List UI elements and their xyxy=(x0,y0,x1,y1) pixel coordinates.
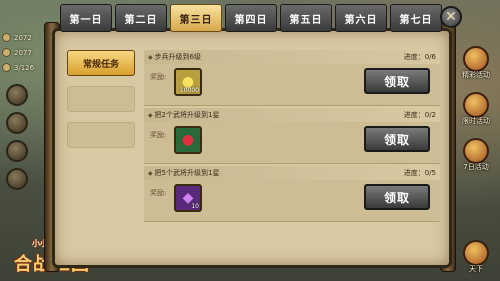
day-tabs: 第一日 第二日 第三日 第四日 第五日 第六日 第七日 xyxy=(60,4,442,34)
reward-item[interactable]: ◆ 10 xyxy=(174,184,202,212)
reward-label: 奖励: xyxy=(150,73,167,81)
reward-item[interactable]: ● xyxy=(174,126,202,154)
star-icon xyxy=(463,46,489,72)
event-label: 限时活动 xyxy=(462,117,490,125)
task-button[interactable] xyxy=(6,140,28,162)
event-label: 天下 xyxy=(469,265,483,273)
task-progress: 进度：0/5 xyxy=(403,169,436,177)
resource-value: 2077 xyxy=(14,48,32,57)
close-icon: ✕ xyxy=(445,9,457,25)
event-button-seven-day[interactable]: 7日活动 xyxy=(458,138,494,176)
event-label: 精彩活动 xyxy=(462,71,490,79)
task-title: 步兵升级到6级 xyxy=(148,52,201,62)
tab-day-2[interactable]: 第二日 xyxy=(115,4,167,32)
tab-day-5[interactable]: 第五日 xyxy=(280,4,332,32)
coin-icon xyxy=(2,33,11,42)
category-locked[interactable] xyxy=(67,122,135,148)
mail-button[interactable] xyxy=(6,84,28,106)
tab-day-6[interactable]: 第六日 xyxy=(335,4,387,32)
chat-button[interactable] xyxy=(6,112,28,134)
event-label: 7日活动 xyxy=(463,163,489,171)
claim-button[interactable]: 领取 xyxy=(364,68,430,94)
task-row: 把2个武将升级到1星 进度：0/2 奖励: ● 领取 xyxy=(144,108,440,166)
claim-button[interactable]: 领取 xyxy=(364,126,430,152)
tab-day-3[interactable]: 第三日 xyxy=(170,4,222,32)
red-fruit-icon: ● xyxy=(181,132,195,148)
category-list: 常规任务 xyxy=(63,46,139,236)
task-list: 步兵升级到6级 进度：0/6 奖励: ● 10000 领取 把2个武将升级到1星… xyxy=(144,50,440,228)
tab-day-7[interactable]: 第七日 xyxy=(390,4,442,32)
reward-item[interactable]: ● 10000 xyxy=(174,68,202,96)
food-icon xyxy=(2,48,11,57)
task-row: 把5个武将升级到1星 进度：0/5 奖励: ◆ 10 领取 xyxy=(144,166,440,224)
task-progress: 进度：0/6 xyxy=(403,53,436,61)
category-regular-tasks[interactable]: 常规任务 xyxy=(67,50,135,76)
resource-value: 2072 xyxy=(14,33,32,42)
tab-day-1[interactable]: 第一日 xyxy=(60,4,112,32)
close-button[interactable]: ✕ xyxy=(440,6,462,28)
reward-label: 奖励: xyxy=(150,131,167,139)
reward-count: 10000 xyxy=(179,87,199,94)
clock-icon xyxy=(463,92,489,118)
task-title: 把2个武将升级到1星 xyxy=(148,110,220,120)
task-row: 步兵升级到6级 进度：0/6 奖励: ● 10000 领取 xyxy=(144,50,440,108)
reward-count: 10 xyxy=(191,203,199,210)
world-button[interactable]: 天下 xyxy=(458,240,494,278)
event-button-highlight[interactable]: 精彩活动 xyxy=(458,46,494,84)
calendar-icon xyxy=(463,138,489,164)
world-icon xyxy=(463,240,489,266)
event-button-limited[interactable]: 限时活动 xyxy=(458,92,494,130)
task-title: 把5个武将升级到1星 xyxy=(148,168,220,178)
category-locked[interactable] xyxy=(67,86,135,112)
tab-day-4[interactable]: 第四日 xyxy=(225,4,277,32)
claim-button[interactable]: 领取 xyxy=(364,184,430,210)
troops-icon xyxy=(2,63,11,72)
reward-label: 奖励: xyxy=(150,189,167,197)
resource-value: 3/126 xyxy=(14,63,35,72)
settings-button[interactable] xyxy=(6,168,28,190)
task-progress: 进度：0/2 xyxy=(403,111,436,119)
